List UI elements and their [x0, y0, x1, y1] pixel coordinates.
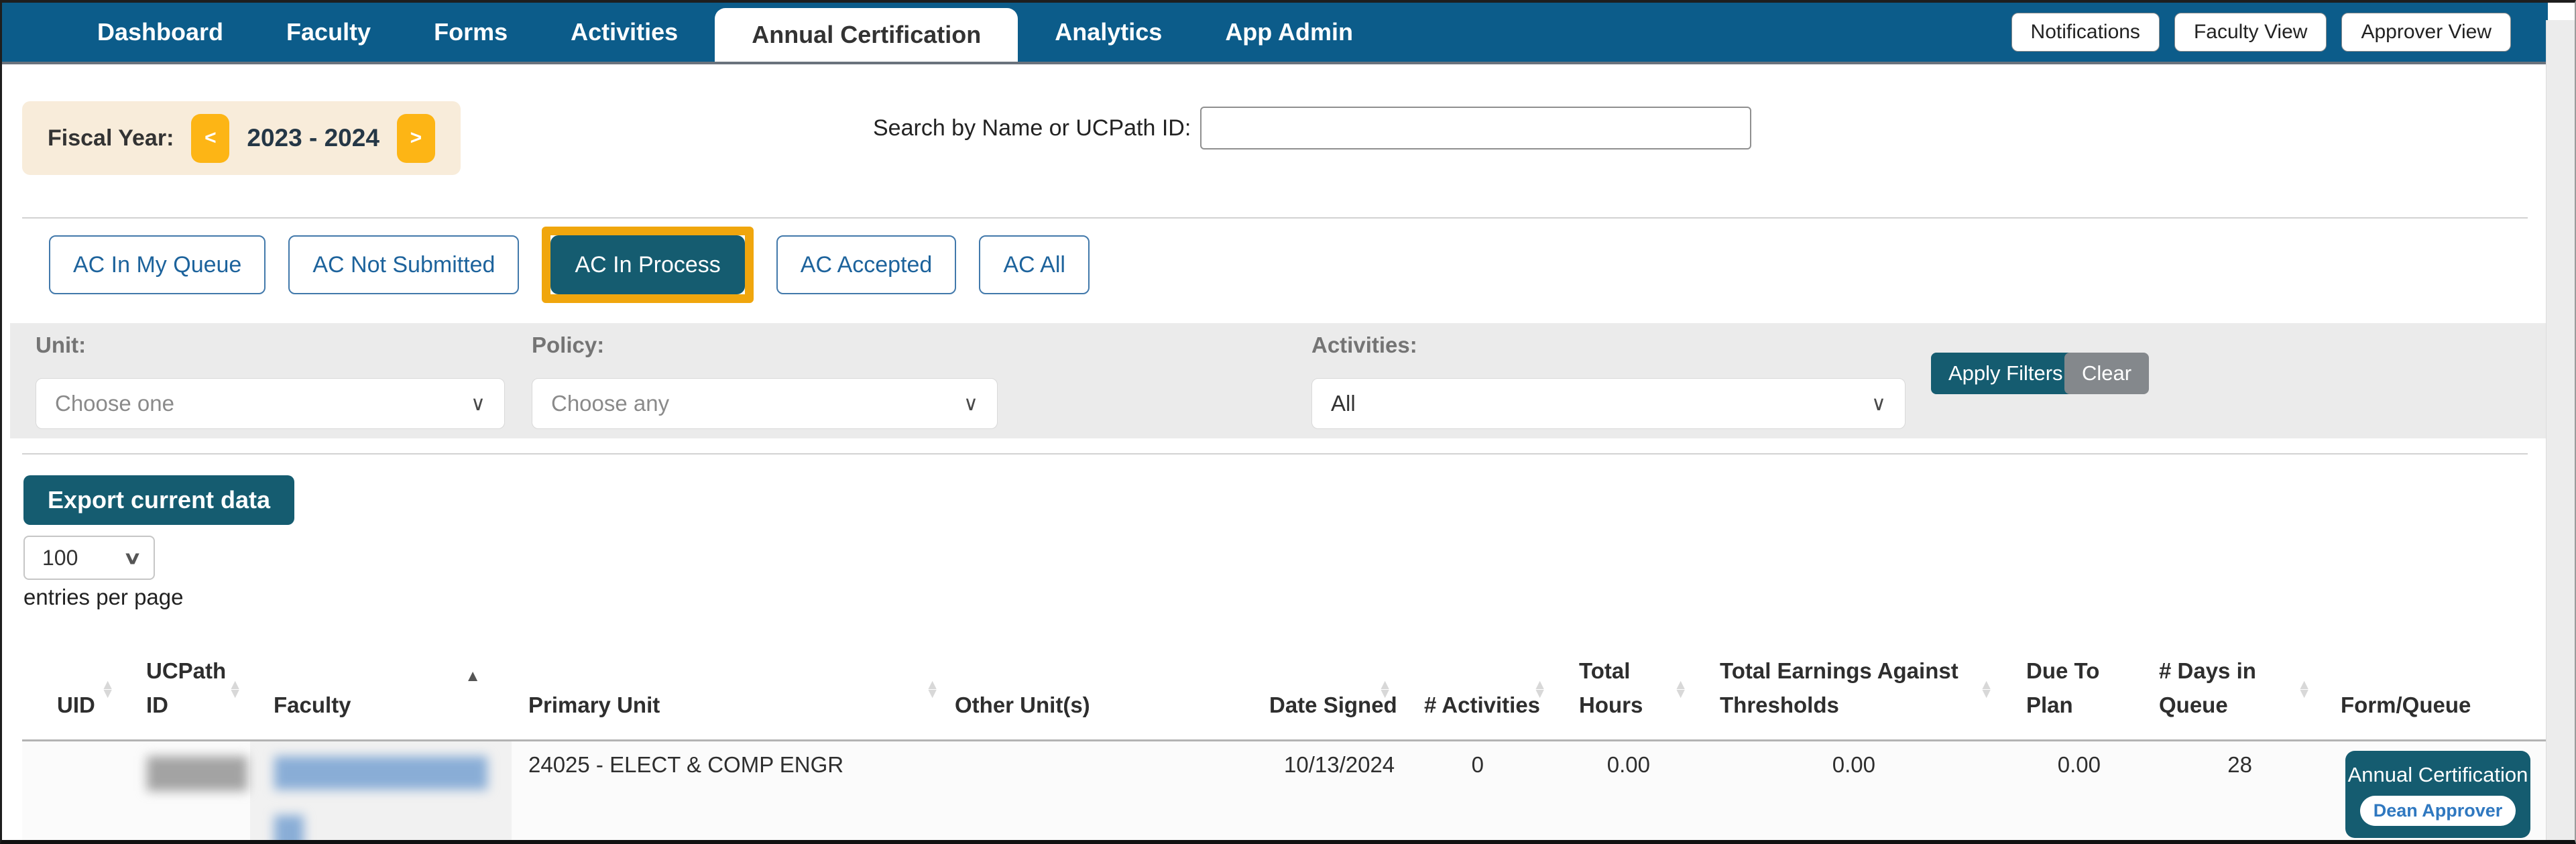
tab-ac-not-submitted[interactable]: AC Not Submitted — [288, 235, 519, 294]
sort-icon[interactable]: ▲▼ — [101, 680, 115, 698]
approver-view-button[interactable]: Approver View — [2341, 13, 2511, 52]
column-header-ucpath-id[interactable]: UCPath ID ▲▼ — [123, 625, 250, 741]
divider — [22, 217, 2528, 219]
column-header-days-in-queue[interactable]: # Days in Queue ▲▼ — [2124, 625, 2319, 741]
annual-certification-button[interactable]: Annual Certification Dean Approver — [2345, 751, 2530, 838]
redacted-faculty-name-link[interactable] — [274, 815, 304, 841]
search-input[interactable] — [1200, 107, 1751, 149]
fiscal-year-panel: Fiscal Year: < 2023 - 2024 > — [22, 101, 461, 175]
sort-icon[interactable]: ▲▼ — [1674, 680, 1688, 698]
column-header-uid[interactable]: UID ▲▼ — [22, 625, 123, 741]
cell-uid — [22, 741, 123, 841]
chevron-left-icon: < — [204, 127, 217, 149]
unit-filter-select[interactable]: Choose one ∨ — [36, 378, 505, 429]
dean-approver-badge: Dean Approver — [2360, 796, 2516, 826]
search-group: Search by Name or UCPath ID: — [873, 107, 1751, 149]
divider — [22, 453, 2528, 455]
chevron-down-icon: ∨ — [963, 392, 978, 416]
status-tabs: AC In My Queue AC Not Submitted AC In Pr… — [49, 226, 1090, 304]
cell-date-signed: 10/13/2024 — [1246, 741, 1400, 841]
filter-panel: Unit: Policy: Activities: Choose one ∨ C… — [10, 323, 2546, 438]
column-header-num-activities[interactable]: # Activities ▲▼ — [1400, 625, 1555, 741]
sort-icon[interactable]: ▲▼ — [1979, 680, 1993, 698]
unit-filter-value: Choose one — [55, 391, 174, 416]
fiscal-year-next-button[interactable]: > — [397, 114, 435, 163]
nav-item-activities[interactable]: Activities — [539, 18, 709, 46]
policy-filter-label: Policy: — [532, 333, 604, 358]
column-header-total-hours[interactable]: Total Hours ▲▼ — [1555, 625, 1696, 741]
activities-filter-value: All — [1331, 391, 1356, 416]
faculty-view-button[interactable]: Faculty View — [2174, 13, 2327, 52]
unit-filter-label: Unit: — [36, 333, 86, 358]
tab-ac-accepted[interactable]: AC Accepted — [776, 235, 957, 294]
column-header-date-signed[interactable]: Date Signed ▲▼ — [1246, 625, 1400, 741]
chevron-down-icon: ∨ — [471, 392, 485, 416]
apply-filters-button[interactable]: Apply Filters — [1931, 353, 2081, 394]
sort-icon[interactable]: ▲▼ — [1533, 680, 1547, 698]
column-header-form-queue: Form/Queue — [2319, 625, 2546, 741]
cell-other-units — [947, 741, 1246, 841]
policy-filter-select[interactable]: Choose any ∨ — [532, 378, 998, 429]
nav-items: Dashboard Faculty Forms Activities Annua… — [66, 3, 1385, 62]
fiscal-year-label: Fiscal Year: — [48, 125, 174, 152]
chevron-right-icon: > — [410, 127, 422, 149]
fiscal-year-prev-button[interactable]: < — [191, 114, 229, 163]
policy-filter-value: Choose any — [551, 391, 669, 416]
column-header-other-units[interactable]: Other Unit(s) — [947, 625, 1246, 741]
cell-faculty[interactable] — [250, 741, 512, 841]
page-scrollbar[interactable] — [2546, 20, 2575, 844]
tab-ac-in-process[interactable]: AC In Process — [550, 235, 744, 294]
top-navigation: Dashboard Faculty Forms Activities Annua… — [2, 3, 2548, 64]
cell-due-to-plan: 0.00 — [2001, 741, 2124, 841]
redacted-ucpath-id — [147, 756, 247, 791]
export-current-data-button[interactable]: Export current data — [23, 475, 294, 525]
cell-total-earnings: 0.00 — [1696, 741, 2001, 841]
app-window: Dashboard Faculty Forms Activities Annua… — [0, 0, 2576, 844]
sort-icon[interactable]: ▲▼ — [925, 680, 939, 698]
sort-icon[interactable]: ▲▼ — [2297, 680, 2311, 698]
notifications-button[interactable]: Notifications — [2011, 13, 2160, 52]
search-label: Search by Name or UCPath ID: — [873, 115, 1191, 141]
nav-actions: Notifications Faculty View Approver View — [2011, 13, 2511, 52]
activities-filter-label: Activities: — [1311, 333, 1417, 358]
table-header-row: UID ▲▼ UCPath ID ▲▼ Faculty ▲ Primary Un… — [22, 625, 2546, 741]
nav-item-faculty[interactable]: Faculty — [255, 18, 402, 46]
cell-form-queue: Annual Certification Dean Approver — [2319, 741, 2546, 841]
cell-ucpath-id — [123, 741, 250, 841]
cell-total-hours: 0.00 — [1555, 741, 1696, 841]
sort-icon[interactable]: ▲▼ — [228, 680, 242, 698]
activities-filter-select[interactable]: All ∨ — [1311, 378, 1906, 429]
nav-item-app-admin[interactable]: App Admin — [1193, 18, 1385, 46]
fiscal-search-row: Fiscal Year: < 2023 - 2024 > Search by N… — [2, 101, 2575, 176]
table-row: 24025 - ELECT & COMP ENGR 10/13/2024 0 0… — [22, 741, 2546, 841]
page-size-value: 100 — [42, 546, 78, 570]
clear-filters-button[interactable]: Clear — [2064, 353, 2149, 394]
tab-ac-all[interactable]: AC All — [979, 235, 1090, 294]
page-size-select[interactable]: 100 ∨ — [23, 536, 155, 580]
column-header-primary-unit[interactable]: Primary Unit ▲▼ — [512, 625, 947, 741]
cell-primary-unit: 24025 - ELECT & COMP ENGR — [512, 741, 947, 841]
cell-num-activities: 0 — [1400, 741, 1555, 841]
nav-item-analytics[interactable]: Analytics — [1023, 18, 1193, 46]
results-table: UID ▲▼ UCPath ID ▲▼ Faculty ▲ Primary Un… — [22, 625, 2546, 841]
sort-ascending-icon[interactable]: ▲ — [465, 672, 481, 682]
column-header-due-to-plan[interactable]: Due To Plan — [2001, 625, 2124, 741]
column-header-faculty[interactable]: Faculty ▲ — [250, 625, 512, 741]
entries-per-page-label: entries per page — [23, 585, 184, 610]
annual-certification-label: Annual Certification — [2348, 763, 2528, 786]
nav-item-dashboard[interactable]: Dashboard — [66, 18, 255, 46]
column-header-total-earnings[interactable]: Total Earnings Against Thresholds ▲▼ — [1696, 625, 2001, 741]
tab-ac-in-my-queue[interactable]: AC In My Queue — [49, 235, 266, 294]
chevron-down-icon: ∨ — [1871, 392, 1886, 416]
active-tab-highlight: AC In Process — [542, 227, 753, 303]
chevron-down-icon: ∨ — [123, 548, 142, 568]
fiscal-year-value: 2023 - 2024 — [247, 124, 379, 152]
nav-tab-annual-certification[interactable]: Annual Certification — [715, 8, 1018, 62]
cell-days-in-queue: 28 — [2124, 741, 2319, 841]
nav-item-forms[interactable]: Forms — [402, 18, 539, 46]
redacted-faculty-name-link[interactable] — [274, 756, 487, 790]
sort-icon[interactable]: ▲▼ — [1378, 680, 1392, 698]
